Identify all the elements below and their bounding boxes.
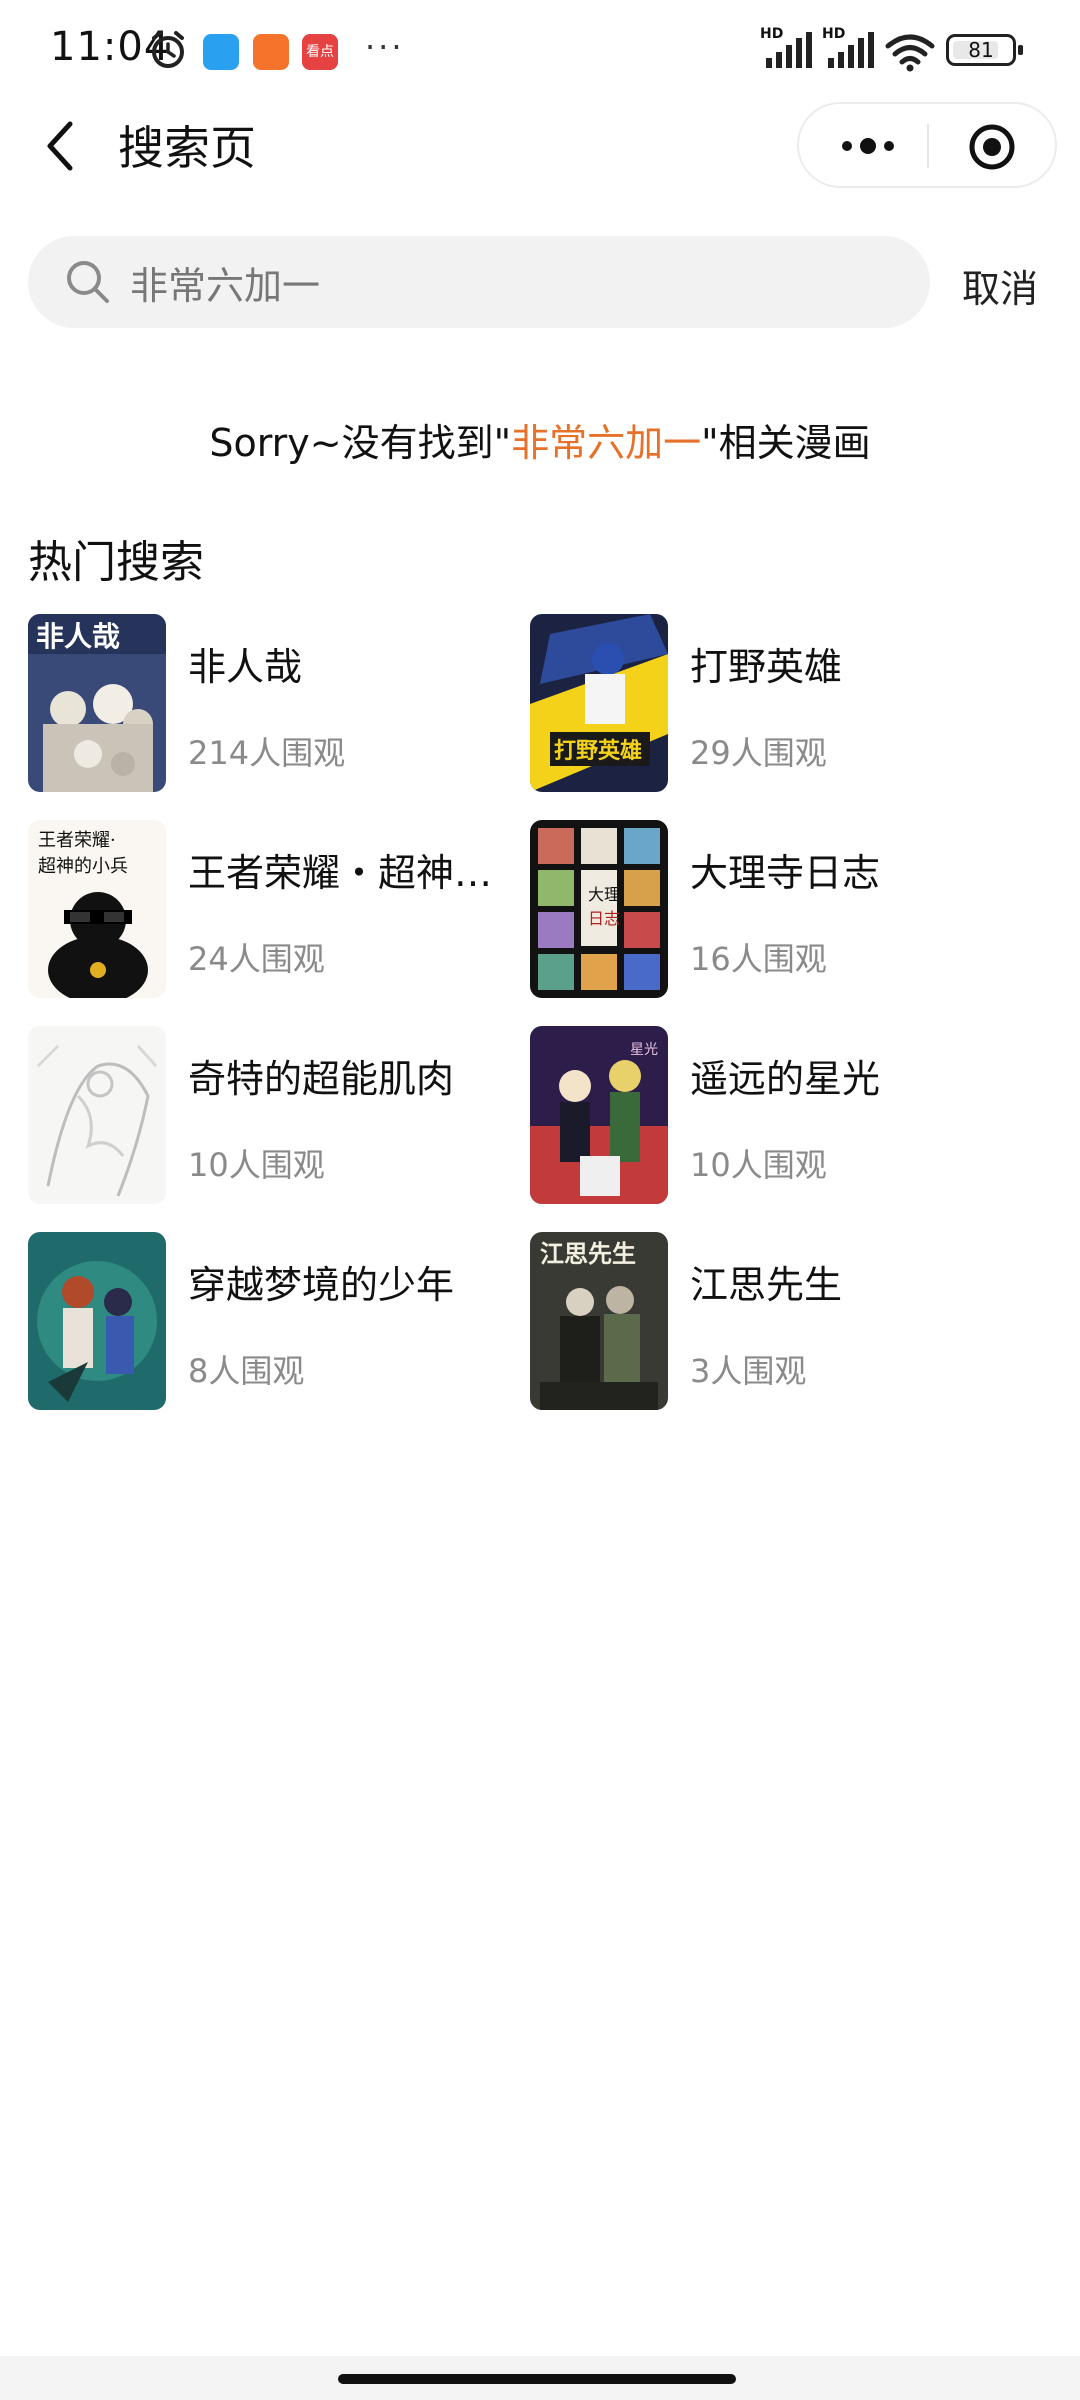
comic-title: 穿越梦境的少年 xyxy=(188,1263,455,1307)
more-options-icon[interactable] xyxy=(837,124,899,168)
capsule-divider xyxy=(927,124,929,168)
comic-cover xyxy=(28,1026,166,1204)
no-result-prefix: Sorry~没有找到" xyxy=(209,421,512,465)
battery-icon: 81 xyxy=(946,34,1023,66)
more-notifications-icon: ··· xyxy=(365,28,405,66)
comic-views: 10人围观 xyxy=(690,1146,827,1184)
comic-title: 王者荣耀・超神… xyxy=(188,851,493,895)
svg-text:打野英雄: 打野英雄 xyxy=(554,739,642,764)
comic-cover xyxy=(28,1232,166,1410)
comic-cover: 大理 日志 xyxy=(530,820,668,998)
close-mini-program-icon[interactable] xyxy=(967,122,1017,172)
comic-card[interactable]: 穿越梦境的少年 8人围观 xyxy=(28,1232,528,1412)
battery-percent: 81 xyxy=(968,38,994,62)
comic-card[interactable]: 王者荣耀· 超神的小兵 王者荣耀・超神… 24人围观 xyxy=(28,820,528,1000)
comic-title: 江思先生 xyxy=(690,1263,843,1307)
comic-card[interactable]: 非人哉 非人哉 214人围观 xyxy=(28,614,528,794)
comic-card[interactable]: 江思先生 江思先生 3人围观 xyxy=(530,1232,1030,1412)
back-icon[interactable] xyxy=(40,118,80,174)
cancel-button[interactable]: 取消 xyxy=(962,258,1038,313)
search-input[interactable] xyxy=(130,252,890,312)
comic-views: 214人围观 xyxy=(188,734,346,772)
comic-views: 8人围观 xyxy=(188,1352,305,1390)
svg-text:星光: 星光 xyxy=(630,1042,658,1058)
comic-cover: 王者荣耀· 超神的小兵 xyxy=(28,820,166,998)
comic-views: 10人围观 xyxy=(188,1146,325,1184)
comic-card[interactable]: 打野英雄 打野英雄 29人围观 xyxy=(530,614,1030,794)
svg-text:超神的小兵: 超神的小兵 xyxy=(38,856,128,877)
news-app-icon: 看点 xyxy=(302,34,338,70)
comic-views: 29人围观 xyxy=(690,734,827,772)
comic-cover: 星光 xyxy=(530,1026,668,1204)
home-indicator[interactable] xyxy=(338,2374,736,2384)
comic-card[interactable]: 星光 遥远的星光 10人围观 xyxy=(530,1026,1030,1206)
comic-title: 非人哉 xyxy=(188,645,303,689)
wifi-icon xyxy=(885,34,935,72)
search-page: 11:04 看点 ··· HD HD 81 搜索页 非常六加一 取消 Sorry… xyxy=(0,0,1080,2400)
comic-title: 遥远的星光 xyxy=(690,1057,881,1101)
comic-views: 24人围观 xyxy=(188,940,325,978)
svg-text:非人哉: 非人哉 xyxy=(36,620,120,653)
comic-card[interactable]: 奇特的超能肌肉 10人围观 xyxy=(28,1026,528,1206)
comic-views: 3人围观 xyxy=(690,1352,807,1390)
search-icon xyxy=(67,261,109,303)
no-result-keyword: 非常六加一 xyxy=(511,421,702,465)
comic-cover: 江思先生 xyxy=(530,1232,668,1410)
svg-text:江思先生: 江思先生 xyxy=(540,1239,636,1268)
app-notification-icon xyxy=(203,34,239,70)
signal-icon: HD xyxy=(760,26,818,70)
signal-icon-2: HD xyxy=(822,26,880,70)
hot-search-title: 热门搜索 xyxy=(28,537,204,588)
comic-views: 16人围观 xyxy=(690,940,827,978)
page-title: 搜索页 xyxy=(118,121,256,175)
svg-text:日志: 日志 xyxy=(588,909,620,928)
mini-program-capsule xyxy=(797,102,1057,188)
svg-text:大理: 大理 xyxy=(588,885,620,904)
comic-cover: 非人哉 xyxy=(28,614,166,792)
comic-card[interactable]: 大理 日志 大理寺日志 16人围观 xyxy=(530,820,1030,1000)
svg-text:王者荣耀·: 王者荣耀· xyxy=(38,830,116,851)
comic-cover: 打野英雄 xyxy=(530,614,668,792)
no-result-suffix: "相关漫画 xyxy=(701,421,871,465)
status-bar: 11:04 看点 ··· HD HD 81 xyxy=(0,0,1080,100)
alarm-icon xyxy=(152,31,184,68)
comic-title: 奇特的超能肌肉 xyxy=(188,1057,455,1101)
comic-title: 大理寺日志 xyxy=(690,851,881,895)
search-bar[interactable] xyxy=(28,236,930,328)
shopping-app-icon xyxy=(253,34,289,70)
comic-title: 打野英雄 xyxy=(690,645,843,689)
no-result-message: Sorry~没有找到"非常六加一"相关漫画 xyxy=(0,412,1080,467)
